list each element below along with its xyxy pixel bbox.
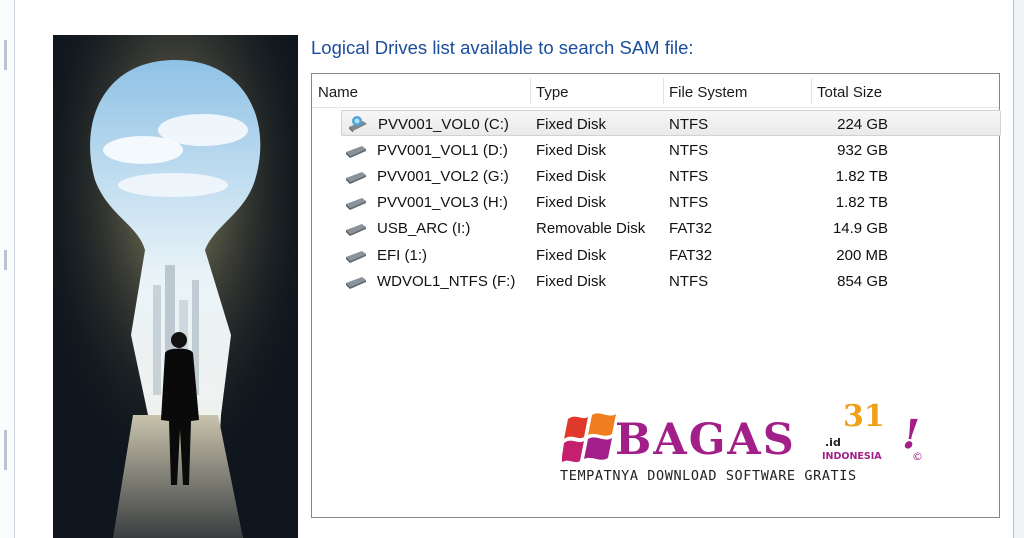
table-row[interactable]: PVV001_VOL0 (C:) Fixed Disk NTFS 224 GB	[341, 110, 1001, 136]
table-row[interactable]: USB_ARC (I:) Removable Disk FAT32 14.9 G…	[312, 215, 999, 241]
watermark-country: INDONESIA	[822, 451, 882, 462]
drive-file-system: FAT32	[669, 247, 713, 264]
bagas31-watermark: BAGAS 31 .id INDONESIA ! © TEMPATNYA DOW…	[560, 399, 940, 495]
drive-file-system: NTFS	[669, 273, 709, 290]
drive-type: Fixed Disk	[536, 142, 607, 159]
hard-drive-icon	[346, 172, 366, 184]
drive-name: WDVOL1_NTFS (F:)	[377, 273, 516, 290]
drive-size: 200 MB	[836, 247, 888, 264]
drive-name: PVV001_VOL1 (D:)	[377, 142, 508, 159]
column-header-total-size[interactable]: Total Size	[817, 74, 882, 106]
drive-size: 1.82 TB	[835, 168, 888, 185]
drive-name: PVV001_VOL0 (C:)	[378, 116, 509, 133]
hard-drive-icon	[346, 277, 366, 289]
table-row[interactable]: PVV001_VOL2 (G:) Fixed Disk NTFS 1.82 TB	[312, 163, 999, 189]
watermark-copyright: ©	[912, 450, 923, 463]
page-title: Logical Drives list available to search …	[311, 37, 694, 58]
drive-type: Removable Disk	[536, 220, 646, 237]
drive-file-system: NTFS	[669, 168, 709, 185]
column-header-name[interactable]: Name	[318, 74, 358, 106]
table-row[interactable]: EFI (1:) Fixed Disk FAT32 200 MB	[312, 242, 999, 268]
table-row[interactable]: PVV001_VOL1 (D:) Fixed Disk NTFS 932 GB	[312, 137, 999, 163]
drive-size: 854 GB	[837, 273, 888, 290]
drive-name: PVV001_VOL3 (H:)	[377, 194, 508, 211]
window-left-edge	[0, 0, 15, 538]
table-row[interactable]: PVV001_VOL3 (H:) Fixed Disk NTFS 1.82 TB	[312, 189, 999, 215]
watermark-tld: .id	[825, 436, 841, 449]
drive-type: Fixed Disk	[536, 194, 607, 211]
drive-name: EFI (1:)	[377, 247, 428, 264]
hard-drive-icon	[346, 198, 366, 210]
drive-name: PVV001_VOL2 (G:)	[377, 168, 509, 185]
drive-size: 932 GB	[837, 142, 888, 159]
drive-file-system: FAT32	[669, 220, 713, 237]
list-header: Name Type File System Total Size	[312, 74, 999, 108]
system-drive-icon	[349, 116, 367, 133]
drive-type: Fixed Disk	[536, 168, 607, 185]
drive-size: 224 GB	[837, 116, 888, 133]
drive-file-system: NTFS	[669, 116, 709, 133]
drive-type: Fixed Disk	[536, 116, 607, 133]
hard-drive-icon	[346, 224, 366, 236]
drive-file-system: NTFS	[669, 142, 709, 159]
drive-type: Fixed Disk	[536, 247, 607, 264]
watermark-tagline: TEMPATNYA DOWNLOAD SOFTWARE GRATIS	[560, 468, 857, 484]
watermark-brand: BAGAS	[615, 415, 796, 465]
hard-drive-icon	[346, 146, 366, 158]
drive-type: Fixed Disk	[536, 273, 607, 290]
column-header-file-system[interactable]: File System	[669, 74, 747, 106]
keyhole-illustration	[53, 35, 298, 538]
hard-drive-icon	[346, 251, 366, 263]
drive-name: USB_ARC (I:)	[377, 220, 471, 237]
watermark-number: 31	[843, 399, 885, 434]
drive-file-system: NTFS	[669, 194, 709, 211]
windows-flag-logo	[562, 413, 616, 463]
drive-size: 1.82 TB	[835, 194, 888, 211]
column-header-type[interactable]: Type	[536, 74, 569, 106]
window-right-edge	[1013, 0, 1024, 538]
drive-size: 14.9 GB	[832, 220, 888, 237]
table-row[interactable]: WDVOL1_NTFS (F:) Fixed Disk NTFS 854 GB	[312, 268, 999, 294]
